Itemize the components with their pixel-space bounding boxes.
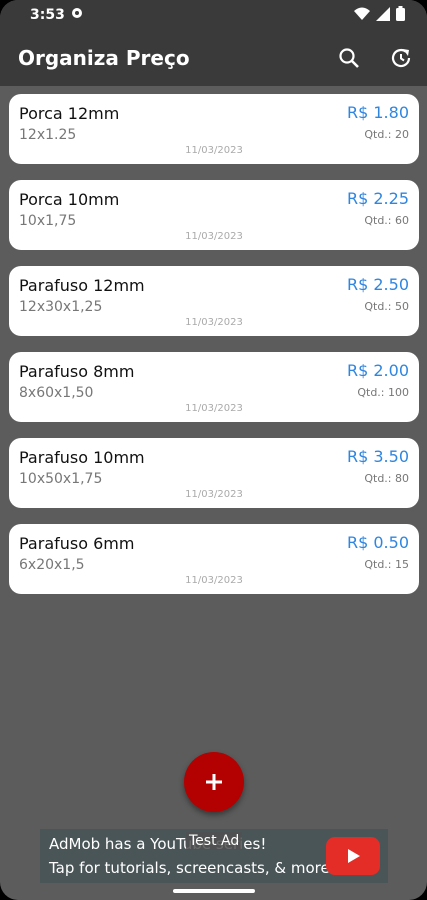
- product-price: R$ 3.50: [346, 447, 409, 466]
- product-date: 11/03/2023: [185, 489, 243, 500]
- product-date: 11/03/2023: [185, 575, 243, 586]
- status-icons: [354, 6, 405, 25]
- app-bar: Organiza Preço: [0, 32, 427, 86]
- product-card[interactable]: Parafuso 6mm 6x20x1,5 R$ 0.50 Qtd.: 15 1…: [9, 524, 419, 594]
- youtube-icon: [326, 837, 380, 875]
- status-time: 3:53: [30, 7, 65, 23]
- product-price: R$ 2.25: [346, 189, 409, 208]
- product-price: R$ 2.00: [346, 361, 409, 380]
- search-icon[interactable]: [335, 44, 363, 72]
- history-icon[interactable]: [387, 44, 415, 72]
- gesture-nav-bar[interactable]: [173, 889, 255, 893]
- product-name: Parafuso 10mm: [19, 448, 145, 467]
- product-card[interactable]: Parafuso 12mm 12x30x1,25 R$ 2.50 Qtd.: 5…: [9, 266, 419, 336]
- product-spec: 10x1,75: [19, 213, 77, 229]
- status-bar: 3:53: [0, 0, 427, 32]
- signal-icon: [376, 6, 390, 25]
- battery-icon: [396, 6, 405, 25]
- product-qty: Qtd.: 15: [364, 558, 409, 571]
- product-name: Parafuso 6mm: [19, 534, 135, 553]
- product-date: 11/03/2023: [185, 403, 243, 414]
- product-qty: Qtd.: 60: [364, 214, 409, 227]
- product-card[interactable]: Porca 10mm 10x1,75 R$ 2.25 Qtd.: 60 11/0…: [9, 180, 419, 250]
- add-product-button[interactable]: [184, 752, 244, 812]
- product-list: Porca 12mm 12x1.25 R$ 1.80 Qtd.: 20 11/0…: [9, 94, 419, 610]
- product-price: R$ 2.50: [346, 275, 409, 294]
- product-name: Parafuso 12mm: [19, 276, 145, 295]
- product-date: 11/03/2023: [185, 145, 243, 156]
- ad-banner[interactable]: AdMob has a YouTube series! Tap for tuto…: [40, 829, 388, 883]
- product-spec: 6x20x1,5: [19, 557, 85, 573]
- app-title: Organiza Preço: [18, 46, 190, 70]
- product-card[interactable]: Parafuso 8mm 8x60x1,50 R$ 2.00 Qtd.: 100…: [9, 352, 419, 422]
- product-name: Porca 12mm: [19, 104, 120, 123]
- product-spec: 8x60x1,50: [19, 385, 94, 401]
- product-price: R$ 1.80: [346, 103, 409, 122]
- product-date: 11/03/2023: [185, 231, 243, 242]
- phone-screen: 3:53 Organiza Preço Porca 12mm 12x1.25 R…: [0, 0, 427, 900]
- product-date: 11/03/2023: [185, 317, 243, 328]
- product-card[interactable]: Porca 12mm 12x1.25 R$ 1.80 Qtd.: 20 11/0…: [9, 94, 419, 164]
- plus-icon: [206, 774, 222, 790]
- product-card[interactable]: Parafuso 10mm 10x50x1,75 R$ 3.50 Qtd.: 8…: [9, 438, 419, 508]
- product-qty: Qtd.: 100: [357, 386, 409, 399]
- product-spec: 12x1.25: [19, 127, 77, 143]
- product-price: R$ 0.50: [346, 533, 409, 552]
- product-qty: Qtd.: 20: [364, 128, 409, 141]
- product-qty: Qtd.: 80: [364, 472, 409, 485]
- product-name: Porca 10mm: [19, 190, 120, 209]
- test-ad-badge: Test Ad: [186, 832, 243, 850]
- product-spec: 10x50x1,75: [19, 471, 103, 487]
- gear-icon: [70, 6, 84, 24]
- wifi-icon: [354, 6, 370, 25]
- product-spec: 12x30x1,25: [19, 299, 103, 315]
- product-name: Parafuso 8mm: [19, 362, 135, 381]
- product-qty: Qtd.: 50: [364, 300, 409, 313]
- ad-text-line2: Tap for tutorials, screencasts, & more.: [49, 859, 335, 877]
